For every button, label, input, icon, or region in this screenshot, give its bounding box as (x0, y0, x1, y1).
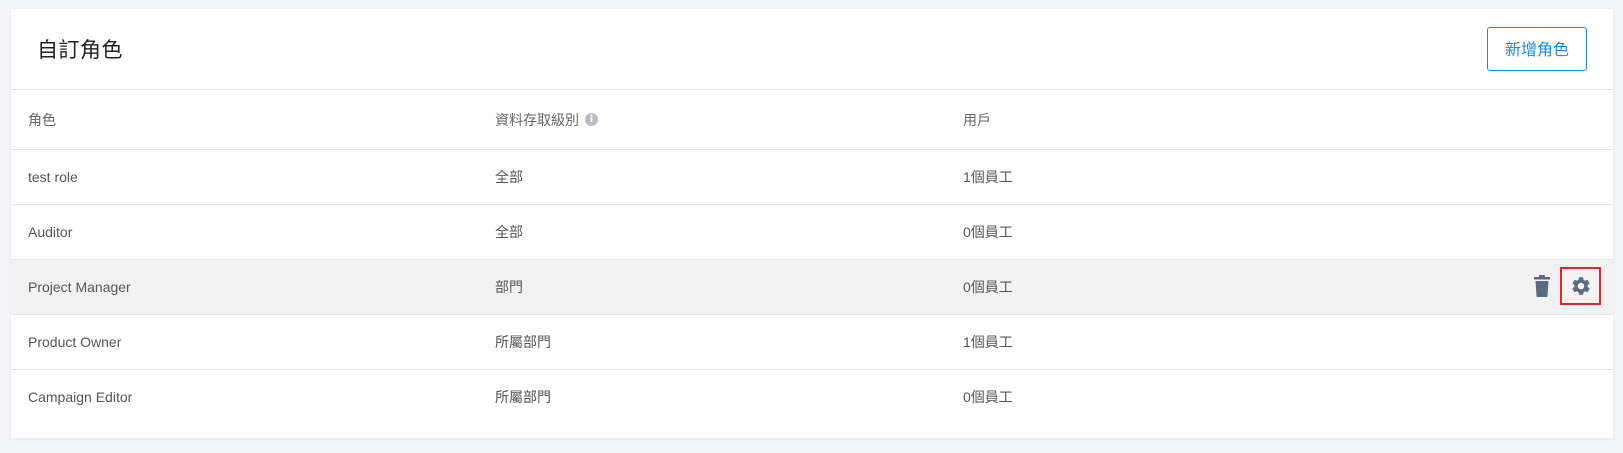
column-header-access-level: 資料存取級別 i (495, 110, 598, 130)
add-role-button[interactable]: 新增角色 (1486, 27, 1587, 71)
trash-icon[interactable] (1530, 266, 1554, 306)
info-icon[interactable]: i (585, 113, 598, 126)
user-count: 0個員工 (963, 389, 1013, 405)
access-level: 所屬部門 (495, 389, 551, 405)
card-header: 自訂角色 新增角色 (11, 9, 1613, 90)
user-count: 1個員工 (963, 169, 1013, 185)
roles-table: 角色 資料存取級別 i 用戶 test role 全部 1個員工 Auditor… (11, 90, 1613, 424)
column-header-role: 角色 (28, 111, 56, 128)
page-title: 自訂角色 (37, 39, 123, 62)
role-name: Campaign Editor (28, 389, 133, 405)
row-actions (1530, 266, 1601, 306)
column-header-users: 用戶 (963, 111, 991, 128)
role-name: test role (28, 169, 78, 185)
user-count: 1個員工 (963, 334, 1013, 350)
table-row[interactable]: Auditor 全部 0個員工 (11, 205, 1613, 260)
access-level: 全部 (495, 169, 523, 185)
role-name: Product Owner (28, 334, 122, 350)
column-header-access-level-label: 資料存取級別 (495, 111, 579, 128)
table-row[interactable]: Campaign Editor 所屬部門 0個員工 (11, 370, 1613, 424)
access-level: 部門 (495, 279, 523, 295)
gear-icon[interactable] (1560, 267, 1601, 305)
user-count: 0個員工 (963, 224, 1013, 240)
table-row[interactable]: Project Manager 部門 0個員工 (11, 260, 1613, 315)
table-row[interactable]: Product Owner 所屬部門 1個員工 (11, 315, 1613, 370)
user-count: 0個員工 (963, 279, 1013, 295)
custom-roles-card: 自訂角色 新增角色 角色 資料存取級別 i 用戶 test role 全部 1個… (11, 9, 1613, 438)
access-level: 所屬部門 (495, 334, 551, 350)
role-name: Auditor (28, 224, 73, 240)
table-row[interactable]: test role 全部 1個員工 (11, 150, 1613, 205)
role-name: Project Manager (28, 279, 131, 295)
table-header-row: 角色 資料存取級別 i 用戶 (11, 90, 1613, 150)
access-level: 全部 (495, 224, 523, 240)
